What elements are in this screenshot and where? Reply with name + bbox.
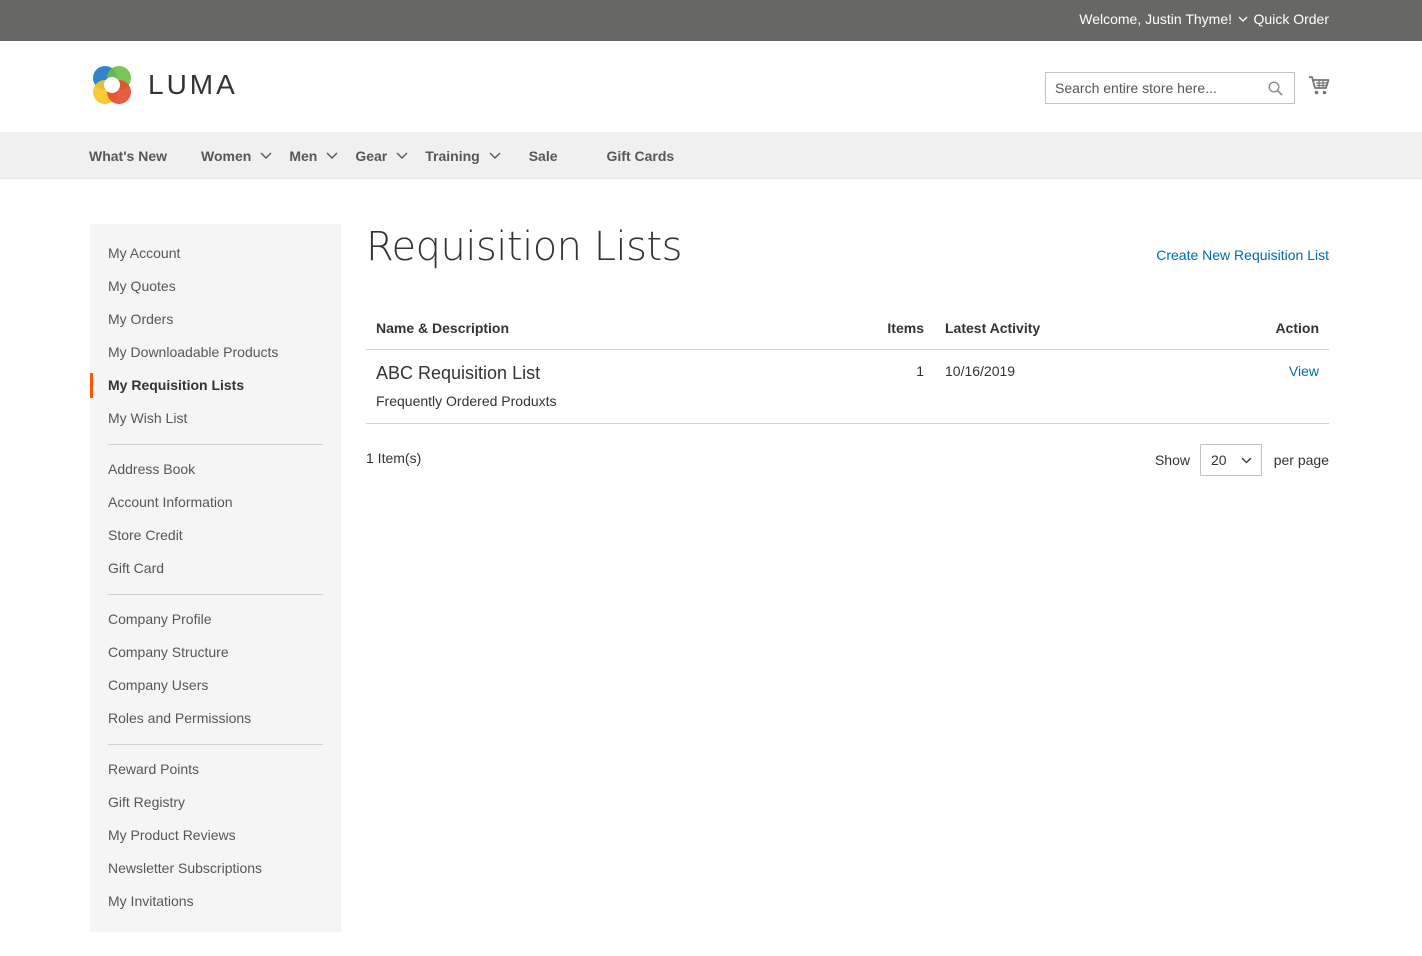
sidebar-item-reward-points[interactable]: Reward Points xyxy=(90,753,341,786)
header: LUMA xyxy=(0,41,1422,132)
page-title: Requisition Lists xyxy=(366,224,683,270)
list-latest-activity: 10/16/2019 xyxy=(945,363,1016,379)
sidebar-item-company-structure[interactable]: Company Structure xyxy=(90,636,341,669)
nav-item-training[interactable]: Training xyxy=(425,148,501,164)
sidebar-item-my-downloadable-products[interactable]: My Downloadable Products xyxy=(90,336,341,369)
sidebar-item-my-orders[interactable]: My Orders xyxy=(90,303,341,336)
sidebar-item-my-invitations[interactable]: My Invitations xyxy=(90,885,341,918)
nav-item-gift-cards[interactable]: Gift Cards xyxy=(607,148,675,164)
create-requisition-list-link[interactable]: Create New Requisition List xyxy=(1156,247,1329,263)
chevron-down-icon xyxy=(1241,457,1252,464)
per-page-label: per page xyxy=(1273,452,1329,468)
chevron-down-icon xyxy=(260,152,272,159)
sidebar-item-address-book[interactable]: Address Book xyxy=(90,453,341,486)
sidebar-divider xyxy=(108,744,323,745)
search-icon[interactable] xyxy=(1268,81,1283,96)
main-navigation: What's New Women Men Gear Training Sale … xyxy=(0,132,1422,179)
sidebar-item-my-requisition-lists[interactable]: My Requisition Lists xyxy=(90,369,341,402)
chevron-down-icon xyxy=(489,152,501,159)
welcome-text: Welcome, Justin Thyme! xyxy=(1079,11,1232,27)
list-name: ABC Requisition List xyxy=(376,363,541,383)
sidebar-item-gift-registry[interactable]: Gift Registry xyxy=(90,786,341,819)
chevron-down-icon xyxy=(1238,16,1248,22)
nav-item-whats-new[interactable]: What's New xyxy=(89,148,167,164)
sidebar-item-company-profile[interactable]: Company Profile xyxy=(90,603,341,636)
table-row: ABC Requisition List Frequently Ordered … xyxy=(366,350,1329,424)
per-page-select[interactable]: 20 xyxy=(1200,444,1262,476)
column-header-action: Action xyxy=(1275,320,1319,336)
view-link[interactable]: View xyxy=(1289,363,1319,379)
sidebar-item-company-users[interactable]: Company Users xyxy=(90,669,341,702)
sidebar-item-newsletter-subscriptions[interactable]: Newsletter Subscriptions xyxy=(90,852,341,885)
show-label: Show xyxy=(1154,452,1190,468)
column-header-name: Name & Description xyxy=(376,320,510,336)
chevron-down-icon xyxy=(326,152,338,159)
quick-order-link[interactable]: Quick Order xyxy=(1254,11,1329,27)
account-sidebar: My Account My Quotes My Orders My Downlo… xyxy=(90,224,341,932)
sidebar-item-gift-card[interactable]: Gift Card xyxy=(90,552,341,585)
sidebar-item-my-account[interactable]: My Account xyxy=(90,237,341,270)
chevron-down-icon xyxy=(396,152,408,159)
sidebar-item-my-quotes[interactable]: My Quotes xyxy=(90,270,341,303)
sidebar-item-store-credit[interactable]: Store Credit xyxy=(90,519,341,552)
sidebar-item-my-wish-list[interactable]: My Wish List xyxy=(90,402,341,435)
logo-text: LUMA xyxy=(148,69,238,100)
luma-logo-icon xyxy=(93,66,131,104)
nav-item-men[interactable]: Men xyxy=(289,148,338,164)
item-count: 1 Item(s) xyxy=(366,450,422,466)
column-header-items: Items xyxy=(887,320,924,336)
search-input[interactable] xyxy=(1046,73,1256,103)
logo[interactable]: LUMA xyxy=(90,63,238,107)
top-bar: Welcome, Justin Thyme! Quick Order xyxy=(0,0,1422,41)
sidebar-item-roles-and-permissions[interactable]: Roles and Permissions xyxy=(90,702,341,735)
customer-menu-toggle[interactable]: Welcome, Justin Thyme! xyxy=(1079,11,1248,27)
per-page-value: 20 xyxy=(1211,452,1227,468)
sidebar-divider xyxy=(108,444,323,445)
cart-icon[interactable] xyxy=(1308,75,1330,96)
nav-item-sale[interactable]: Sale xyxy=(529,148,558,164)
nav-item-women[interactable]: Women xyxy=(201,148,272,164)
sidebar-item-my-product-reviews[interactable]: My Product Reviews xyxy=(90,819,341,852)
nav-item-gear[interactable]: Gear xyxy=(355,148,408,164)
pagination-toolbar: 1 Item(s) Show 20 per page xyxy=(366,444,1329,476)
list-description: Frequently Ordered Produxts xyxy=(376,393,557,409)
requisition-lists-table: Name & Description Items Latest Activity… xyxy=(366,310,1329,424)
table-header: Name & Description Items Latest Activity… xyxy=(366,310,1329,350)
sidebar-divider xyxy=(108,594,323,595)
sidebar-item-account-information[interactable]: Account Information xyxy=(90,486,341,519)
search-box xyxy=(1045,72,1295,104)
list-items-count: 1 xyxy=(916,363,924,379)
column-header-latest-activity: Latest Activity xyxy=(945,320,1041,336)
